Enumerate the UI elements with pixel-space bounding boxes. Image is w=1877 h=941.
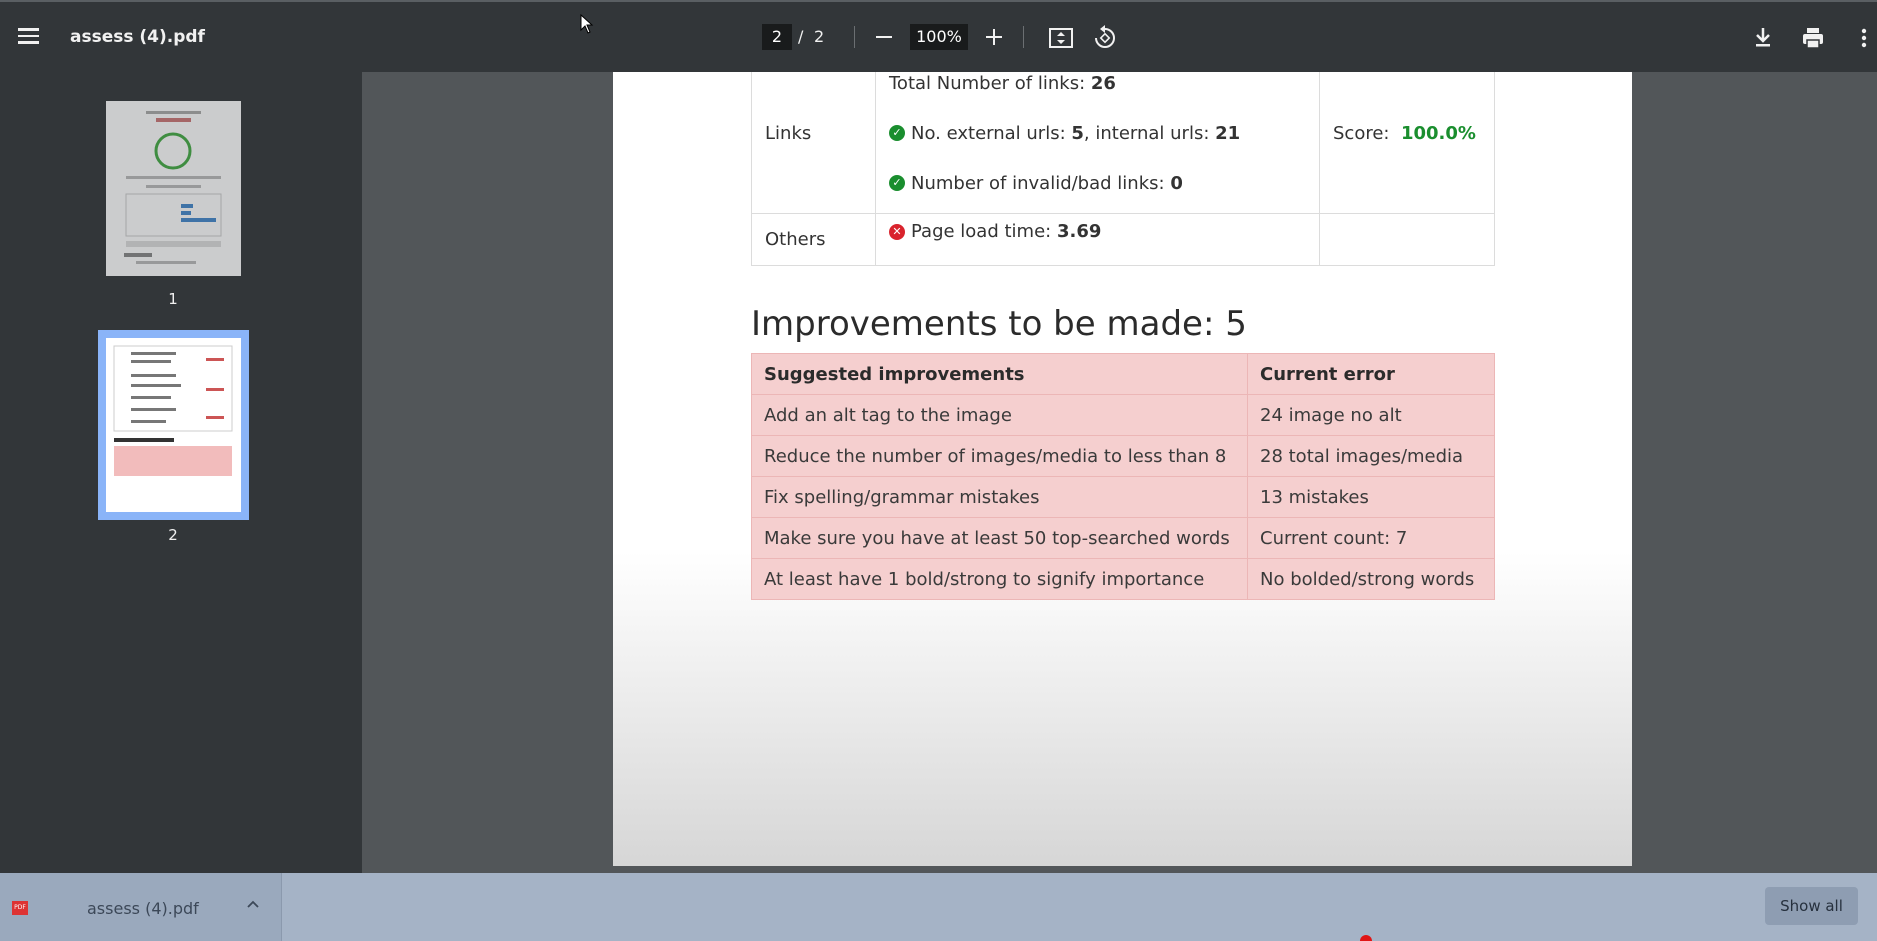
menu-icon[interactable] (14, 24, 44, 50)
show-all-button[interactable]: Show all (1765, 887, 1858, 925)
total-links-line: Total Number of links: 26 (889, 72, 1116, 94)
suggestion-cell: Reduce the number of images/media to les… (751, 435, 1248, 477)
page-separator: / (798, 27, 804, 46)
links-score: 100.0% (1400, 122, 1476, 144)
row-label-others: Others (751, 213, 876, 266)
invalid-links-line: ✓ Number of invalid/bad links: 0 (889, 158, 1306, 208)
table-row: Reduce the number of images/media to les… (751, 435, 1495, 477)
improvements-heading: Improvements to be made: 5 (751, 304, 1247, 344)
error-cell: 13 mistakes (1247, 476, 1495, 518)
error-cell: 28 total images/media (1247, 435, 1495, 477)
download-item[interactable]: PDF assess (4).pdf (0, 873, 282, 941)
page-thumbnail-2[interactable] (106, 338, 241, 512)
table-row-links: Links Total Number of links: 26 ✓ No. ex… (751, 72, 1495, 214)
download-bar: PDF assess (4).pdf Show all (0, 873, 1877, 941)
improvements-table: Suggested improvements Current error Add… (751, 353, 1495, 600)
zoom-level-input[interactable]: 100% (910, 24, 968, 50)
links-details: Total Number of links: 26 ✓ No. external… (875, 72, 1320, 214)
page-thumbnail-1[interactable] (106, 101, 241, 276)
error-cell: 24 image no alt (1247, 394, 1495, 436)
seo-results-table: Links Total Number of links: 26 ✓ No. ex… (751, 72, 1495, 266)
suggestion-cell: Add an alt tag to the image (751, 394, 1248, 436)
others-score-cell (1319, 213, 1495, 266)
column-header: Current error (1247, 353, 1495, 395)
suggestion-cell: Make sure you have at least 50 top-searc… (751, 517, 1248, 559)
suggestion-cell: Fix spelling/grammar mistakes (751, 476, 1248, 518)
check-icon: ✓ (889, 175, 905, 191)
check-icon: ✓ (889, 125, 905, 141)
table-row: Add an alt tag to the image 24 image no … (751, 394, 1495, 436)
download-icon[interactable] (1749, 24, 1777, 52)
thumbnail-label-1: 1 (168, 290, 178, 308)
table-row: Fix spelling/grammar mistakes 13 mistake… (751, 476, 1495, 518)
external-internal-line: ✓ No. external urls: 5, internal urls: 2… (889, 108, 1306, 158)
zoom-out-icon[interactable] (872, 22, 896, 50)
page-number-input[interactable]: 2 (762, 24, 792, 50)
row-label-links: Links (751, 72, 876, 214)
error-icon: ✕ (889, 223, 905, 240)
thumbnail-preview (124, 111, 222, 264)
rotate-icon[interactable] (1091, 24, 1119, 52)
more-options-icon[interactable] (1850, 24, 1877, 52)
improvements-header-row: Suggested improvements Current error (751, 353, 1495, 395)
pdf-toolbar: assess (4).pdf 2 / 2 100% (0, 0, 1877, 72)
thumbnail-sidebar: 1 2 (0, 72, 362, 873)
toolbar-divider (1023, 26, 1024, 48)
thumbnail-label-2: 2 (168, 526, 178, 544)
pdf-page: Links Total Number of links: 26 ✓ No. ex… (613, 72, 1632, 866)
page-total: 2 (814, 27, 825, 46)
page-load-cell: ✕ Page load time: 3.69 (875, 213, 1320, 266)
table-row: Make sure you have at least 50 top-searc… (751, 517, 1495, 559)
table-row-others: Others ✕ Page load time: 3.69 (751, 213, 1495, 266)
print-icon[interactable] (1799, 24, 1827, 52)
page-load-line: ✕ Page load time: 3.69 (889, 221, 1306, 242)
table-row: At least have 1 bold/strong to signify i… (751, 558, 1495, 600)
page-thumbnail-2-selected[interactable] (98, 330, 249, 520)
zoom-in-icon[interactable] (982, 22, 1006, 50)
document-title: assess (4).pdf (70, 27, 205, 47)
download-file-name: assess (4).pdf (87, 899, 199, 918)
mouse-cursor-icon (580, 14, 594, 34)
suggestion-cell: At least have 1 bold/strong to signify i… (751, 558, 1248, 600)
error-cell: Current count: 7 (1247, 517, 1495, 559)
pdf-file-icon: PDF (12, 901, 28, 915)
links-score-cell: Score: 100.0% (1319, 72, 1495, 214)
recording-indicator (1360, 935, 1372, 941)
page-content: Links Total Number of links: 26 ✓ No. ex… (613, 72, 1632, 866)
pdf-viewer-area[interactable]: Links Total Number of links: 26 ✓ No. ex… (362, 72, 1877, 873)
column-header: Suggested improvements (751, 353, 1248, 395)
fit-page-icon[interactable] (1047, 24, 1075, 52)
toolbar-divider (854, 26, 855, 48)
thumbnail-preview (113, 345, 233, 476)
chevron-up-icon[interactable] (246, 897, 260, 911)
error-cell: No bolded/strong words (1247, 558, 1495, 600)
